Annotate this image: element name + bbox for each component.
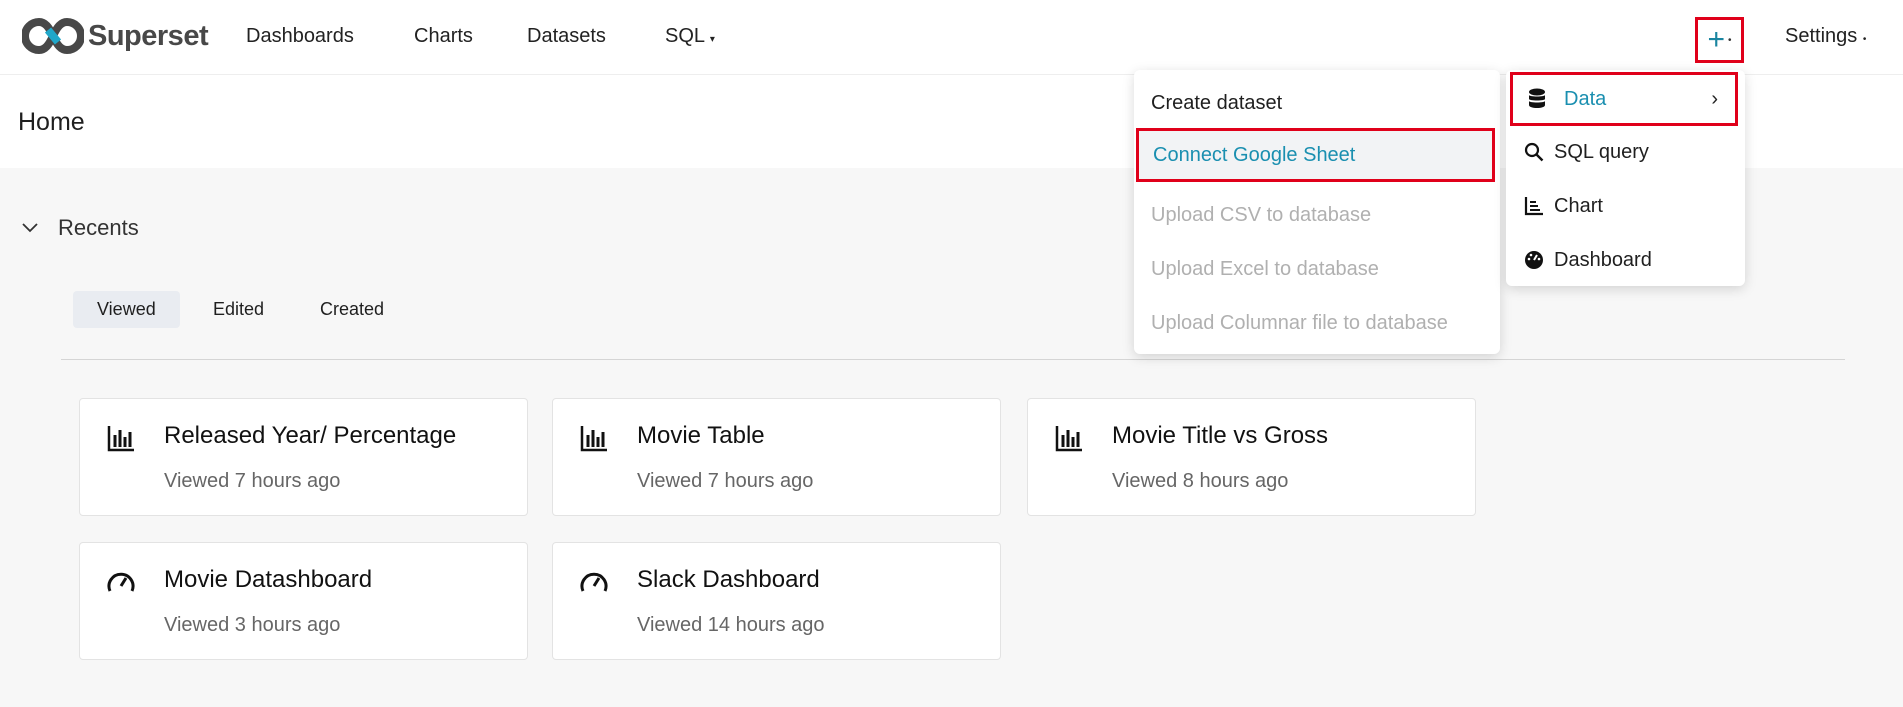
dashboard-gauge-icon (106, 567, 136, 597)
new-menu: Data › SQL query Chart Dashboard (1506, 70, 1745, 286)
card-title[interactable]: Movie Title vs Gross (1112, 422, 1328, 450)
dashboard-gauge-icon (579, 567, 609, 597)
menu-item-dashboard[interactable]: Dashboard (1506, 233, 1745, 287)
caret-down-icon: • (1728, 34, 1732, 46)
menu-item-sql-query[interactable]: SQL query (1506, 125, 1745, 179)
new-button[interactable]: + • (1695, 17, 1744, 63)
menu-item-upload-excel: Upload Excel to database (1151, 258, 1379, 280)
menu-item-chart[interactable]: Chart (1506, 179, 1745, 233)
card-title[interactable]: Released Year/ Percentage (164, 422, 456, 450)
recents-toggle[interactable]: Recents (22, 215, 139, 241)
menu-item-upload-csv: Upload CSV to database (1151, 204, 1372, 226)
plus-icon: + (1707, 23, 1725, 56)
nav-charts[interactable]: Charts (414, 25, 473, 48)
recent-card[interactable]: Slack Dashboard Viewed 14 hours ago (552, 542, 1001, 660)
dashboard-icon (1525, 251, 1543, 269)
nav-sql[interactable]: SQL ▾ (665, 25, 715, 48)
data-submenu: Create dataset Connect Google Sheet Uplo… (1134, 70, 1500, 354)
card-title[interactable]: Movie Datashboard (164, 566, 372, 594)
menu-item-data[interactable]: Data › (1510, 72, 1738, 126)
card-title[interactable]: Movie Table (637, 422, 765, 450)
menu-item-upload-columnar: Upload Columnar file to database (1151, 312, 1448, 334)
card-subtitle: Viewed 3 hours ago (164, 614, 341, 636)
chevron-down-icon (22, 223, 38, 233)
settings-menu[interactable]: Settings • (1785, 25, 1866, 48)
tab-viewed[interactable]: Viewed (73, 291, 180, 328)
card-subtitle: Viewed 8 hours ago (1112, 470, 1289, 492)
card-subtitle: Viewed 14 hours ago (637, 614, 825, 636)
chevron-right-icon: › (1711, 87, 1718, 110)
database-icon (1529, 88, 1545, 108)
card-subtitle: Viewed 7 hours ago (637, 470, 814, 492)
card-title[interactable]: Slack Dashboard (637, 566, 820, 594)
page-title: Home (18, 108, 85, 136)
recent-card[interactable]: Movie Table Viewed 7 hours ago (552, 398, 1001, 516)
bar-chart-icon (1054, 423, 1084, 453)
menu-item-connect-google-sheet[interactable]: Connect Google Sheet (1136, 128, 1495, 182)
superset-logo[interactable]: Superset (22, 18, 209, 54)
tab-edited[interactable]: Edited (189, 291, 288, 328)
menu-item-create-dataset[interactable]: Create dataset (1134, 76, 1500, 130)
bar-chart-icon (106, 423, 136, 453)
nav-datasets[interactable]: Datasets (527, 25, 606, 48)
recent-card[interactable]: Movie Title vs Gross Viewed 8 hours ago (1027, 398, 1476, 516)
recent-card[interactable]: Movie Datashboard Viewed 3 hours ago (79, 542, 528, 660)
nav-dashboards[interactable]: Dashboards (246, 25, 354, 48)
tab-created[interactable]: Created (296, 291, 408, 328)
card-subtitle: Viewed 7 hours ago (164, 470, 341, 492)
bar-chart-icon (579, 423, 609, 453)
search-icon (1524, 142, 1544, 162)
superset-logo-icon (22, 18, 84, 54)
recent-card[interactable]: Released Year/ Percentage Viewed 7 hours … (79, 398, 528, 516)
line-chart-icon (1524, 197, 1543, 216)
top-navbar: Superset Dashboards Charts Datasets SQL … (0, 0, 1903, 75)
divider (61, 359, 1845, 360)
